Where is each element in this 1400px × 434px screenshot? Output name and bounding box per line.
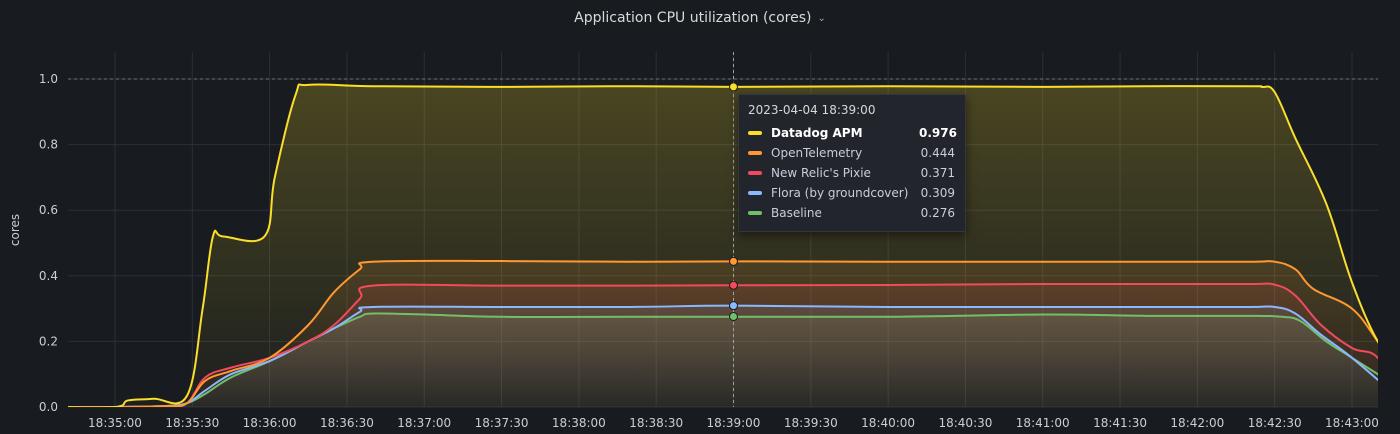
x-tick-label: 18:37:00 (397, 416, 451, 430)
tooltip-row: New Relic's Pixie 0.371 (748, 163, 955, 183)
legend-swatch (748, 151, 762, 155)
tooltip-row: Datadog APM 0.976 (748, 123, 957, 143)
x-tick-label: 18:35:00 (88, 416, 142, 430)
y-tick-label: 1.0 (39, 72, 58, 86)
x-tick-label: 18:39:00 (707, 416, 761, 430)
x-tick-label: 18:40:00 (861, 416, 915, 430)
tooltip-row: OpenTelemetry 0.444 (748, 143, 955, 163)
y-axis: 0.0 0.2 0.4 0.6 0.8 1.0 (39, 72, 58, 414)
y-tick-label: 0.2 (39, 334, 58, 348)
y-tick-label: 0.0 (39, 400, 58, 414)
x-tick-label: 18:38:30 (629, 416, 683, 430)
y-tick-label: 0.8 (39, 138, 58, 152)
chevron-down-icon: ⌄ (817, 12, 826, 24)
hover-point (729, 311, 738, 321)
hover-point (729, 82, 738, 92)
hover-point (729, 301, 738, 311)
chart-svg: 0.00.20.40.60.81.0cores18:35:00 18:35:30 1… (8, 52, 1379, 430)
y-axis-label: cores (8, 214, 22, 246)
x-tick-label: 18:41:30 (1093, 416, 1147, 430)
x-tick-label: 18:41:00 (1016, 416, 1070, 430)
hover-tooltip: 2023-04-04 18:39:00 Datadog APM 0.976 Open… (738, 94, 966, 232)
x-tick-label: 18:42:30 (1248, 416, 1302, 430)
tooltip-series-value: 0.309 (920, 186, 955, 200)
x-axis: 18:35:00 18:35:30 18:36:00 18:36:30 18:37:00… (88, 416, 1379, 430)
tooltip-series-value: 0.276 (920, 206, 955, 220)
tooltip-series-value: 0.976 (919, 126, 957, 140)
tooltip-series-value: 0.371 (920, 166, 955, 180)
x-tick-label: 18:35:30 (165, 416, 219, 430)
tooltip-row: Baseline 0.276 (748, 203, 955, 223)
panel-title: Application CPU utilization (cores) (574, 10, 812, 26)
hover-point (729, 280, 738, 290)
tooltip-time: 2023-04-04 18:39:00 (748, 103, 876, 117)
x-tick-label: 18:36:00 (243, 416, 297, 430)
panel-title-menu[interactable]: Application CPU utilization (cores) ⌄ (574, 10, 826, 26)
x-tick-label: 18:38:00 (552, 416, 606, 430)
x-tick-label: 18:43:00 (1325, 416, 1379, 430)
tooltip-series-value: 0.444 (920, 146, 955, 160)
series-fill-datadog-apm (68, 84, 1378, 407)
tooltip-series-name: Datadog APM (771, 126, 863, 140)
y-tick-label: 0.6 (39, 203, 58, 217)
tooltip-series-name: New Relic's Pixie (771, 166, 871, 180)
legend-swatch (748, 171, 762, 175)
plot-area (68, 83, 1378, 407)
x-tick-label: 18:36:30 (320, 416, 374, 430)
legend-swatch (748, 211, 762, 215)
tooltip-series-name: Flora (by groundcover) (771, 186, 909, 200)
y-tick-label: 0.4 (39, 269, 58, 283)
x-tick-label: 18:40:30 (938, 416, 992, 430)
x-tick-label: 18:37:30 (475, 416, 529, 430)
panel-header: Application CPU utilization (cores) ⌄ (0, 0, 1400, 36)
tooltip-rows: Datadog APM 0.976 OpenTelemetry 0.444 New Re… (748, 123, 957, 223)
legend-swatch (748, 131, 762, 135)
x-tick-label: 18:42:00 (1170, 416, 1224, 430)
tooltip-series-name: Baseline (771, 206, 822, 220)
tooltip-row: Flora (by groundcover) 0.309 (748, 183, 955, 203)
tooltip-series-name: OpenTelemetry (771, 146, 863, 160)
legend-swatch (748, 191, 762, 195)
hover-point (729, 256, 738, 266)
chart-panel: 0.0 0.2 0.4 0.6 0.8 1.0 cores 18:35:00 18:35:30 1… (0, 0, 1400, 434)
x-tick-label: 18:39:30 (784, 416, 838, 430)
